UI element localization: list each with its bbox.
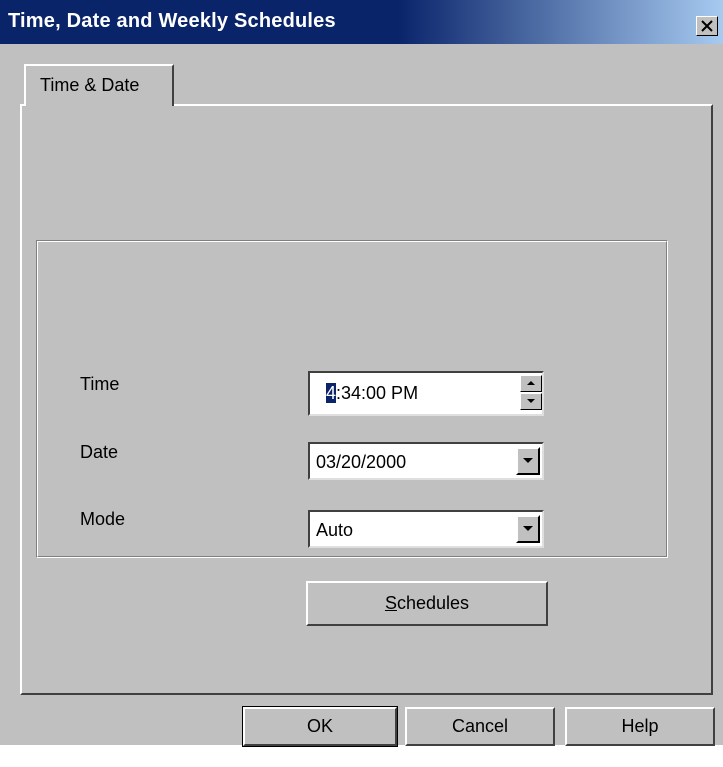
schedules-button[interactable]: Schedules bbox=[306, 581, 548, 626]
date-dropdown[interactable]: 03/20/2000 bbox=[308, 442, 544, 480]
cancel-button[interactable]: Cancel bbox=[405, 707, 555, 746]
close-icon bbox=[701, 20, 713, 32]
mode-label: Mode bbox=[80, 509, 126, 529]
title-bar[interactable]: Time, Date and Weekly Schedules bbox=[0, 0, 723, 44]
time-label: Time bbox=[80, 374, 120, 394]
time-rest: :34:00 PM bbox=[336, 383, 419, 403]
chevron-down-icon bbox=[523, 526, 533, 531]
schedules-button-label: Schedules bbox=[308, 583, 546, 624]
date-value: 03/20/2000 bbox=[316, 452, 407, 472]
schedules-mnemonic: S bbox=[384, 593, 397, 613]
date-label: Date bbox=[80, 442, 119, 462]
close-button[interactable] bbox=[696, 16, 718, 36]
time-hour-selected: 4 bbox=[326, 383, 337, 403]
time-spin-down-button[interactable] bbox=[520, 393, 542, 410]
mode-value: Auto bbox=[316, 520, 354, 540]
mode-dropdown[interactable]: Auto bbox=[308, 510, 544, 548]
arrow-down-icon bbox=[527, 399, 535, 403]
tab-label: Time & Date bbox=[40, 75, 140, 95]
arrow-up-icon bbox=[527, 381, 535, 385]
help-button[interactable]: Help bbox=[565, 707, 715, 746]
ok-label: OK bbox=[306, 716, 333, 736]
cancel-label: Cancel bbox=[451, 716, 509, 736]
dialog-window: Time, Date and Weekly Schedules Time & D… bbox=[0, 0, 723, 747]
chevron-down-icon bbox=[523, 458, 533, 463]
time-spin-up-button[interactable] bbox=[520, 375, 542, 392]
help-label: Help bbox=[621, 716, 659, 736]
mode-dropdown-button[interactable] bbox=[516, 515, 540, 543]
ok-button[interactable]: OK bbox=[242, 706, 398, 747]
window-title: Time, Date and Weekly Schedules bbox=[8, 10, 336, 32]
time-field[interactable]: 4:34:00 PM bbox=[308, 371, 544, 416]
tab-time-date[interactable]: Time & Date bbox=[24, 64, 174, 106]
schedules-label-rest: chedules bbox=[396, 593, 470, 613]
date-dropdown-button[interactable] bbox=[516, 447, 540, 475]
time-value: 4:34:00 PM bbox=[326, 383, 418, 404]
